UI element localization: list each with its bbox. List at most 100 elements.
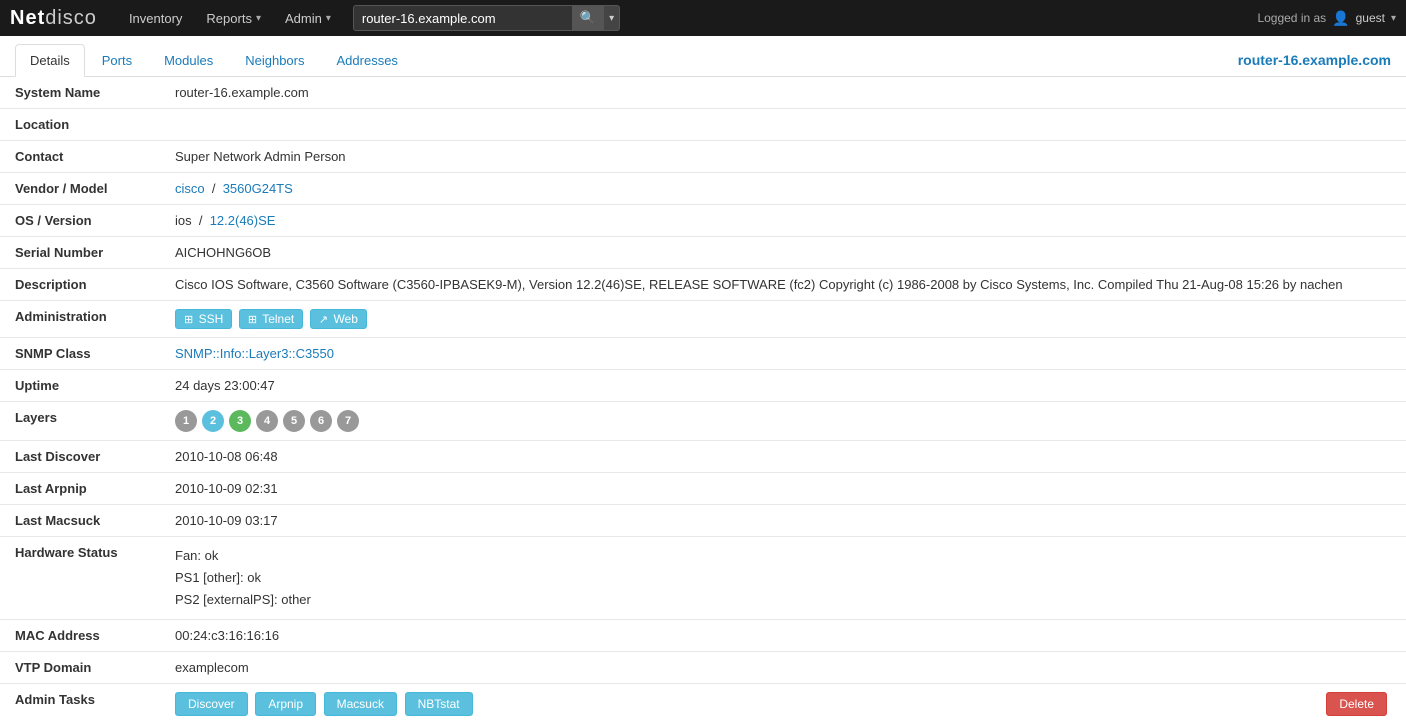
- content-area: System Name router-16.example.com Locati…: [0, 77, 1406, 724]
- layer-7: 7: [337, 410, 359, 432]
- field-value: examplecom: [160, 652, 1406, 684]
- guest-dropdown-arrow: ▾: [1391, 13, 1396, 24]
- logged-in-as-label: Logged in as: [1257, 11, 1326, 25]
- field-value: Cisco IOS Software, C3560 Software (C356…: [160, 269, 1406, 301]
- table-row: System Name router-16.example.com: [0, 77, 1406, 109]
- navbar: Netdisco Inventory Reports ▾ Admin ▾ 🔍 ▾…: [0, 0, 1406, 36]
- hardware-status: Fan: ok PS1 [other]: ok PS2 [externalPS]…: [175, 545, 1391, 611]
- field-label: Last Macsuck: [0, 505, 160, 537]
- field-value: ios / 12.2(46)SE: [160, 205, 1406, 237]
- telnet-icon: ⊞: [248, 314, 257, 326]
- field-value: 24 days 23:00:47: [160, 370, 1406, 402]
- field-label: Serial Number: [0, 237, 160, 269]
- tabs-container: Details Ports Modules Neighbors Addresse…: [0, 36, 1406, 77]
- field-value: 2010-10-08 06:48: [160, 441, 1406, 473]
- field-label: OS / Version: [0, 205, 160, 237]
- field-value: ⊞ SSH ⊞ Telnet ↗ Web: [160, 301, 1406, 338]
- field-value: [160, 109, 1406, 141]
- os-text: ios: [175, 213, 192, 228]
- layer-3: 3: [229, 410, 251, 432]
- ssh-icon: ⊞: [184, 314, 193, 326]
- field-label: System Name: [0, 77, 160, 109]
- info-table: System Name router-16.example.com Locati…: [0, 77, 1406, 724]
- discover-button[interactable]: Discover: [175, 692, 248, 716]
- brand-logo: Netdisco: [10, 7, 97, 30]
- field-label: Uptime: [0, 370, 160, 402]
- admin-dropdown-arrow: ▾: [326, 13, 331, 24]
- field-label: Last Arpnip: [0, 473, 160, 505]
- field-value: 1 2 3 4 5 6 7: [160, 402, 1406, 441]
- table-row: Location: [0, 109, 1406, 141]
- layer-6: 6: [310, 410, 332, 432]
- table-row: Serial Number AICHOHNG6OB: [0, 237, 1406, 269]
- search-input[interactable]: [353, 5, 573, 31]
- table-row: Last Discover 2010-10-08 06:48: [0, 441, 1406, 473]
- field-label: Hardware Status: [0, 537, 160, 620]
- field-value: router-16.example.com: [160, 77, 1406, 109]
- snmp-class-link[interactable]: SNMP::Info::Layer3::C3550: [175, 346, 334, 361]
- field-value: 2010-10-09 03:17: [160, 505, 1406, 537]
- field-value: 2010-10-09 02:31: [160, 473, 1406, 505]
- field-label: MAC Address: [0, 620, 160, 652]
- table-row: Last Arpnip 2010-10-09 02:31: [0, 473, 1406, 505]
- layer-5: 5: [283, 410, 305, 432]
- search-bar: 🔍 ▾: [353, 5, 620, 31]
- field-value: Fan: ok PS1 [other]: ok PS2 [externalPS]…: [160, 537, 1406, 620]
- layer-1: 1: [175, 410, 197, 432]
- table-row: Description Cisco IOS Software, C3560 So…: [0, 269, 1406, 301]
- field-label: Admin Tasks: [0, 684, 160, 724]
- version-link[interactable]: 12.2(46)SE: [210, 213, 276, 228]
- layers-container: 1 2 3 4 5 6 7: [175, 410, 1391, 432]
- page-title: router-16.example.com: [1238, 52, 1391, 68]
- telnet-button[interactable]: ⊞ Telnet: [239, 309, 303, 329]
- tab-ports[interactable]: Ports: [87, 44, 147, 76]
- hardware-status-ps1: PS1 [other]: ok: [175, 567, 1391, 589]
- table-row: MAC Address 00:24:c3:16:16:16: [0, 620, 1406, 652]
- web-button[interactable]: ↗ Web: [310, 309, 367, 329]
- delete-button[interactable]: Delete: [1326, 692, 1387, 716]
- field-label: Location: [0, 109, 160, 141]
- reports-dropdown-arrow: ▾: [256, 13, 261, 24]
- table-row: Vendor / Model cisco / 3560G24TS: [0, 173, 1406, 205]
- field-label: Administration: [0, 301, 160, 338]
- nav-inventory[interactable]: Inventory: [117, 0, 194, 36]
- nbtstat-button[interactable]: NBTstat: [405, 692, 473, 716]
- web-icon: ↗: [319, 314, 328, 326]
- layer-4: 4: [256, 410, 278, 432]
- tab-addresses[interactable]: Addresses: [322, 44, 413, 76]
- table-row: Layers 1 2 3 4 5 6 7: [0, 402, 1406, 441]
- macsuck-button[interactable]: Macsuck: [324, 692, 397, 716]
- search-button[interactable]: 🔍: [573, 5, 604, 31]
- vendor-link[interactable]: cisco: [175, 181, 205, 196]
- table-row: Last Macsuck 2010-10-09 03:17: [0, 505, 1406, 537]
- hardware-status-ps2: PS2 [externalPS]: other: [175, 589, 1391, 611]
- field-value: AICHOHNG6OB: [160, 237, 1406, 269]
- field-label: Contact: [0, 141, 160, 173]
- search-dropdown-button[interactable]: ▾: [604, 5, 620, 31]
- field-value: Super Network Admin Person: [160, 141, 1406, 173]
- nav-admin[interactable]: Admin ▾: [273, 0, 343, 36]
- tab-modules[interactable]: Modules: [149, 44, 228, 76]
- field-label: Description: [0, 269, 160, 301]
- field-label: SNMP Class: [0, 338, 160, 370]
- table-row: VTP Domain examplecom: [0, 652, 1406, 684]
- ssh-button[interactable]: ⊞ SSH: [175, 309, 232, 329]
- field-value: Discover Arpnip Macsuck NBTstat Delete: [160, 684, 1406, 724]
- nav-reports[interactable]: Reports ▾: [194, 0, 273, 36]
- field-label: Vendor / Model: [0, 173, 160, 205]
- tab-neighbors[interactable]: Neighbors: [230, 44, 319, 76]
- guest-link[interactable]: guest: [1356, 11, 1385, 25]
- layer-2: 2: [202, 410, 224, 432]
- tab-details[interactable]: Details: [15, 44, 85, 77]
- model-link[interactable]: 3560G24TS: [223, 181, 293, 196]
- table-row: Hardware Status Fan: ok PS1 [other]: ok …: [0, 537, 1406, 620]
- field-value: SNMP::Info::Layer3::C3550: [160, 338, 1406, 370]
- field-value: 00:24:c3:16:16:16: [160, 620, 1406, 652]
- table-row: OS / Version ios / 12.2(46)SE: [0, 205, 1406, 237]
- user-icon: 👤: [1332, 10, 1349, 27]
- table-row: Contact Super Network Admin Person: [0, 141, 1406, 173]
- arpnip-button[interactable]: Arpnip: [255, 692, 316, 716]
- table-row: Admin Tasks Discover Arpnip Macsuck NBTs…: [0, 684, 1406, 724]
- field-value: cisco / 3560G24TS: [160, 173, 1406, 205]
- field-label: Last Discover: [0, 441, 160, 473]
